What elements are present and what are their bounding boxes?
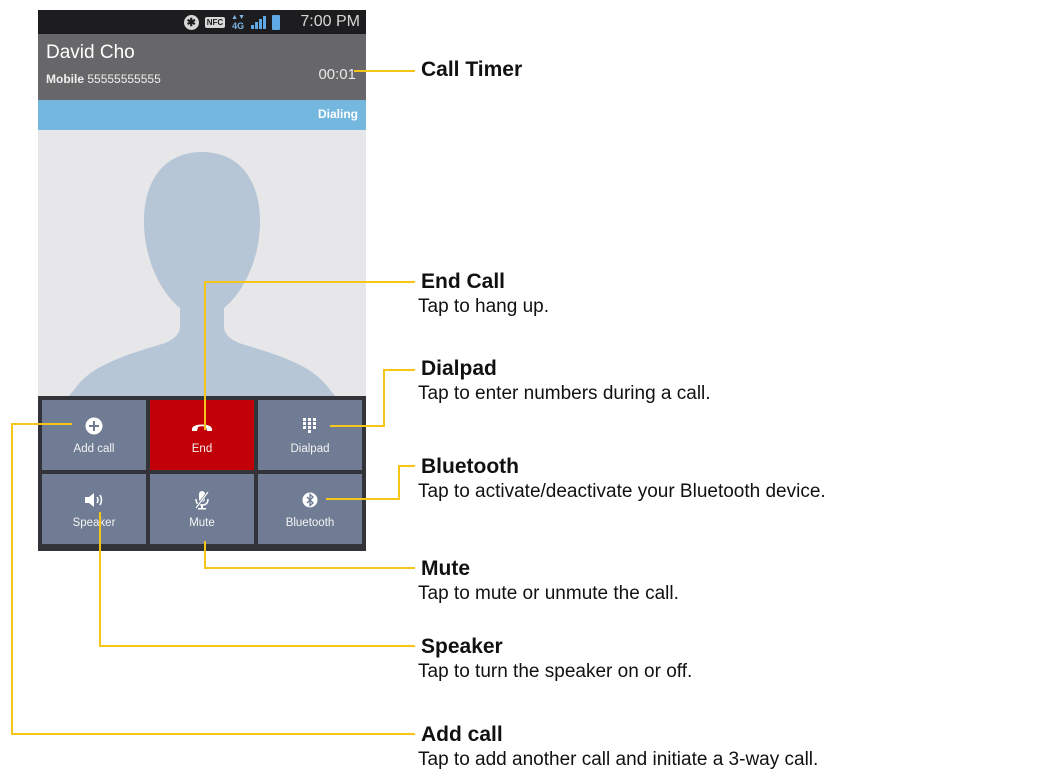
callout-add-call-desc: Tap to add another call and initiate a 3… (418, 749, 819, 770)
callout-line-add-call (11, 423, 415, 735)
callout-mute-title: Mute (421, 557, 470, 580)
callout-line-mute (204, 541, 415, 569)
callout-end-call-desc: Tap to hang up. (418, 296, 549, 317)
callout-add-call-title: Add call (421, 723, 503, 746)
callout-speaker-desc: Tap to turn the speaker on or off. (418, 661, 693, 682)
callout-speaker-title: Speaker (421, 635, 503, 658)
callout-line-bluetooth (326, 465, 415, 500)
callout-dialpad-title: Dialpad (421, 357, 497, 380)
callout-line-dialpad (330, 369, 415, 427)
callout-call-timer-title: Call Timer (421, 58, 523, 81)
callout-end-call-title: End Call (421, 270, 506, 293)
callout-bluetooth-title: Bluetooth (421, 455, 519, 478)
callout-dialpad-desc: Tap to enter numbers during a call. (418, 383, 711, 404)
callout-bluetooth-desc: Tap to activate/deactivate your Bluetoot… (418, 481, 826, 502)
callout-mute-desc: Tap to mute or unmute the call. (418, 583, 679, 604)
callout-line-speaker (99, 512, 415, 647)
